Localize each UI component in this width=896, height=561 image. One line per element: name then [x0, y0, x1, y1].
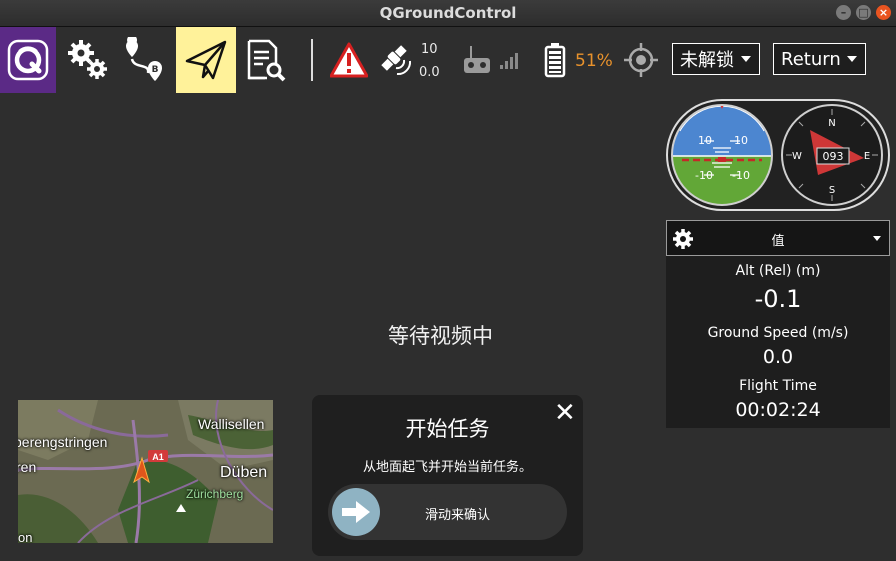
settings-gears-icon [68, 40, 107, 79]
ground-speed-value: 0.0 [762, 346, 794, 368]
pitch-label-bottom-right: -10 [732, 169, 750, 182]
battery-percent: 51% [575, 51, 613, 71]
qgc-logo-icon [7, 39, 49, 81]
plan-button[interactable]: B [118, 27, 172, 93]
compass-heading: 093 [823, 150, 844, 163]
compass-west: W [792, 151, 802, 162]
flight-mode-dropdown[interactable]: Return [773, 43, 866, 75]
values-header[interactable]: 值 [666, 220, 890, 256]
map-label: Zürichberg [186, 487, 244, 501]
attitude-indicator [672, 105, 772, 205]
values-panel: 值 Alt (Rel) (m) -0.1 Ground Speed (m/s) … [666, 220, 890, 428]
plan-route-icon: B [126, 37, 162, 81]
pitch-label-bottom-left: -10 [695, 169, 713, 182]
analyze-button[interactable] [240, 27, 290, 93]
qgc-menu-button[interactable] [0, 27, 56, 93]
instrument-panel: 10 10 -10 -10 N E S W 093 [666, 99, 890, 211]
gps-hdop: 0.0 [419, 65, 440, 80]
rc-transmitter-icon [464, 46, 490, 73]
slider-label: 滑动来确认 [425, 508, 491, 523]
chevron-down-icon [741, 56, 751, 62]
compass-south: S [829, 185, 835, 196]
compass-east: E [864, 151, 870, 162]
values-header-label: 值 [771, 234, 785, 249]
flight-mode-label: Return [781, 48, 841, 70]
arrow-right-icon [342, 501, 370, 523]
signal-bars-icon [500, 53, 518, 69]
satellite-count: 10 [421, 42, 438, 57]
gps-indicator[interactable] [376, 27, 416, 93]
map-label: ren [18, 459, 37, 475]
close-button[interactable]: × [876, 5, 891, 20]
rc-indicator[interactable] [460, 27, 494, 93]
flight-time-label: Flight Time [739, 378, 817, 394]
warning-icon [330, 42, 368, 78]
slider-thumb[interactable] [332, 488, 380, 536]
battery-indicator[interactable] [540, 27, 570, 93]
alt-label: Alt (Rel) (m) [735, 263, 821, 279]
svg-text:B: B [152, 65, 159, 75]
pitch-label-top-right: 10 [734, 134, 748, 147]
settings-button[interactable] [60, 27, 114, 93]
map-label: Düben [220, 464, 268, 481]
close-icon[interactable]: ✕ [554, 400, 576, 426]
map-label: Wallisellen [198, 416, 265, 432]
minimize-button[interactable]: – [836, 5, 851, 20]
chevron-down-icon [847, 56, 857, 62]
ground-speed-label: Ground Speed (m/s) [707, 325, 849, 341]
window-title: QGroundControl [379, 4, 517, 22]
signal-indicator [497, 27, 523, 93]
slide-to-confirm[interactable]: 滑动来确认 [328, 484, 567, 540]
main-area: B 10 0.0 51% 未解锁 Return 等待视频中 10 10 -10 … [0, 27, 896, 561]
gimbal-indicator[interactable] [622, 27, 660, 93]
flight-time-value: 00:02:24 [735, 399, 821, 421]
maximize-button[interactable]: □ [856, 5, 871, 20]
map-road-badge: A1 [152, 452, 164, 462]
window-titlebar: QGroundControl – □ × [0, 0, 896, 27]
fly-button[interactable] [176, 27, 236, 93]
pitch-label-top-left: 10 [698, 134, 712, 147]
gps-satellite-icon [381, 45, 412, 76]
fly-paper-plane-icon [185, 40, 227, 80]
map-label: berengstringen [18, 434, 108, 450]
map-label: on [18, 530, 33, 543]
compass-north: N [828, 118, 835, 129]
start-mission-dialog: 开始任务 ✕ 从地面起飞并开始当前任务。 滑动来确认 [312, 395, 583, 556]
toolbar-separator [311, 39, 313, 81]
analyze-log-icon [247, 39, 286, 82]
arm-status-dropdown[interactable]: 未解锁 [672, 43, 760, 75]
dialog-title: 开始任务 [405, 417, 490, 441]
gimbal-target-icon [624, 43, 658, 77]
messages-button[interactable] [328, 27, 370, 93]
chevron-down-icon[interactable] [873, 236, 881, 241]
arm-status-label: 未解锁 [680, 50, 734, 71]
video-status-message: 等待视频中 [388, 324, 493, 348]
mini-map[interactable]: A1 berengstringen Wallisellen ren Düben … [18, 400, 273, 543]
dialog-message: 从地面起飞并开始当前任务。 [362, 460, 532, 475]
toolbar: B 10 0.0 51% 未解锁 Return [0, 27, 896, 93]
compass-indicator: N E S W 093 [781, 104, 883, 206]
battery-icon [544, 43, 566, 78]
alt-value: -0.1 [754, 285, 802, 313]
